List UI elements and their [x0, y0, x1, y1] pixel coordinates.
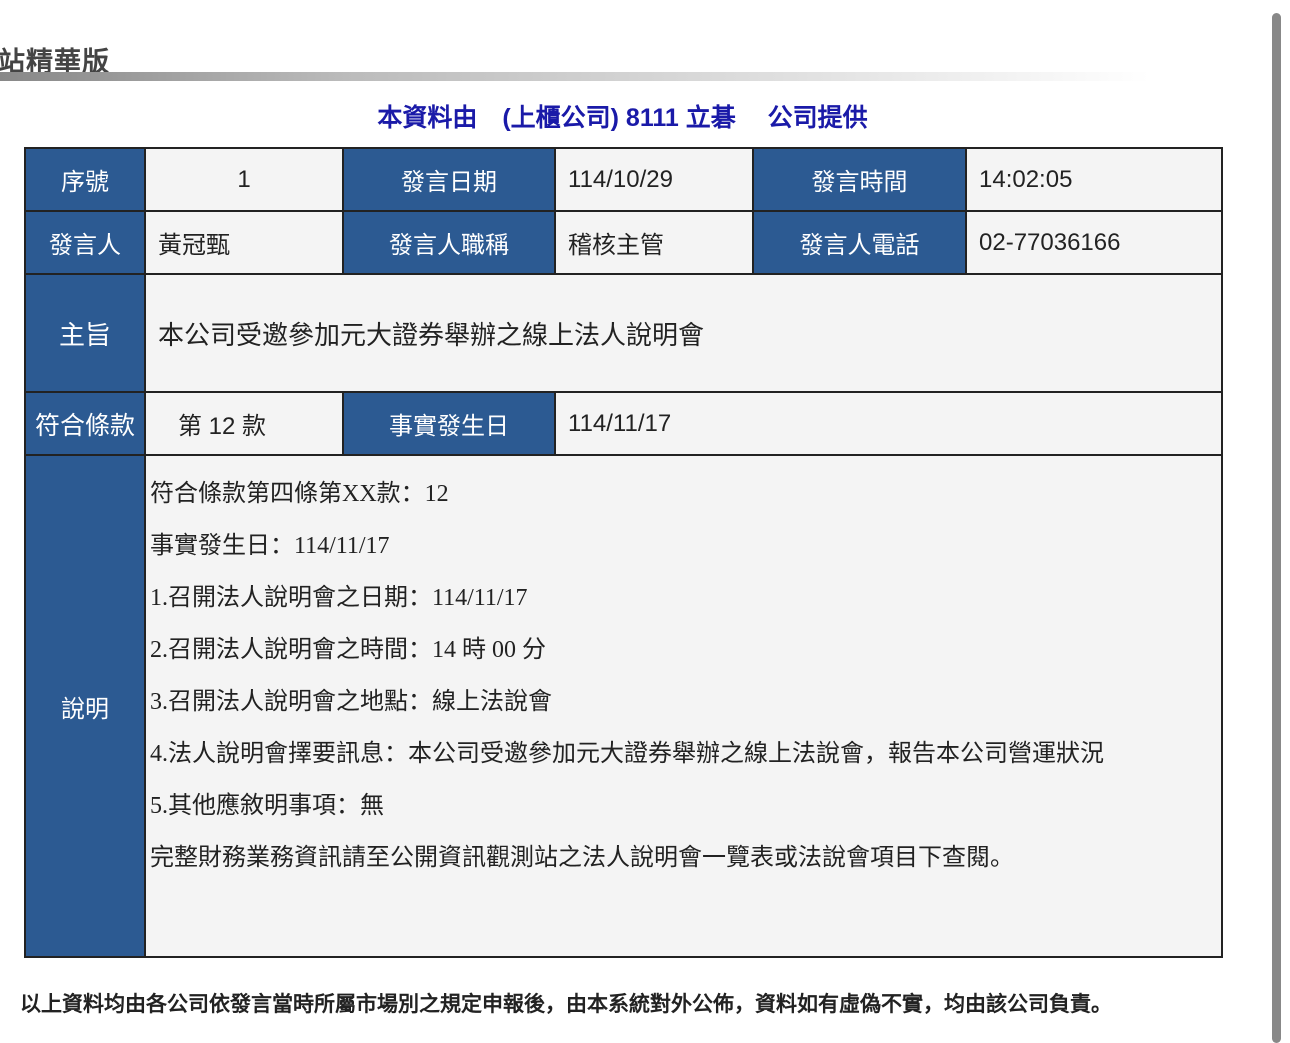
table-row: 說明 符合條款第四條第XX款：12 事實發生日：114/11/17 1.召開法人…	[24, 454, 1223, 958]
fact-date-value: 114/11/17	[554, 391, 1223, 456]
phone-label: 發言人電話	[752, 210, 967, 275]
speaker-value: 黃冠甄	[144, 210, 344, 275]
table-row: 主旨 本公司受邀參加元大證券舉辦之線上法人說明會	[24, 273, 1223, 393]
table-row: 發言人 黃冠甄 發言人職稱 稽核主管 發言人電話 02-77036166	[24, 210, 1223, 275]
seq-label: 序號	[24, 147, 146, 212]
fact-date-label: 事實發生日	[342, 391, 556, 456]
table-row: 序號 1 發言日期 114/10/29 發言時間 14:02:05	[24, 147, 1223, 212]
time-label: 發言時間	[752, 147, 967, 212]
clause-label: 符合條款	[24, 391, 146, 456]
provider-heading: 本資料由 (上櫃公司) 8111 立碁 公司提供	[377, 104, 868, 132]
disclaimer: 以上資料均由各公司依發言當時所屬市場別之規定申報後，由本系統對外公佈，資料如有虛…	[20, 993, 1112, 1016]
description-line: 符合條款第四條第XX款：12	[150, 481, 449, 507]
date-label: 發言日期	[342, 147, 556, 212]
subject-label: 主旨	[24, 273, 146, 393]
subject-value: 本公司受邀參加元大證券舉辦之線上法人說明會	[144, 273, 1223, 393]
date-value: 114/10/29	[554, 147, 754, 212]
description-line: 2.召開法人說明會之時間：14 時 00 分	[150, 637, 546, 663]
description-line: 完整財務業務資訊請至公開資訊觀測站之法人說明會一覽表或法說會項目下查閱。	[150, 845, 1014, 871]
title-underline	[0, 72, 1150, 81]
table-row: 符合條款 第 12 款 事實發生日 114/11/17	[24, 391, 1223, 456]
description-line: 3.召開法人說明會之地點：線上法說會	[150, 689, 552, 715]
seq-value: 1	[144, 147, 344, 212]
description-label: 說明	[24, 454, 146, 958]
speaker-title-label: 發言人職稱	[342, 210, 556, 275]
speaker-title-value: 稽核主管	[554, 210, 754, 275]
description-line: 事實發生日：114/11/17	[150, 533, 390, 559]
speaker-label: 發言人	[24, 210, 146, 275]
clause-value: 第 12 款	[144, 391, 344, 456]
description-value: 符合條款第四條第XX款：12 事實發生日：114/11/17 1.召開法人說明會…	[144, 454, 1223, 958]
description-line: 4.法人說明會擇要訊息：本公司受邀參加元大證券舉辦之線上法說會，報告本公司營運狀…	[150, 741, 1104, 767]
time-value: 14:02:05	[965, 147, 1223, 212]
announcement-table: 序號 1 發言日期 114/10/29 發言時間 14:02:05 發言人 黃冠…	[24, 147, 1223, 958]
phone-value: 02-77036166	[965, 210, 1223, 275]
description-line: 5.其他應敘明事項：無	[150, 793, 384, 819]
description-line: 1.召開法人說明會之日期：114/11/17	[150, 585, 528, 611]
vertical-scrollbar[interactable]	[1272, 13, 1281, 1043]
